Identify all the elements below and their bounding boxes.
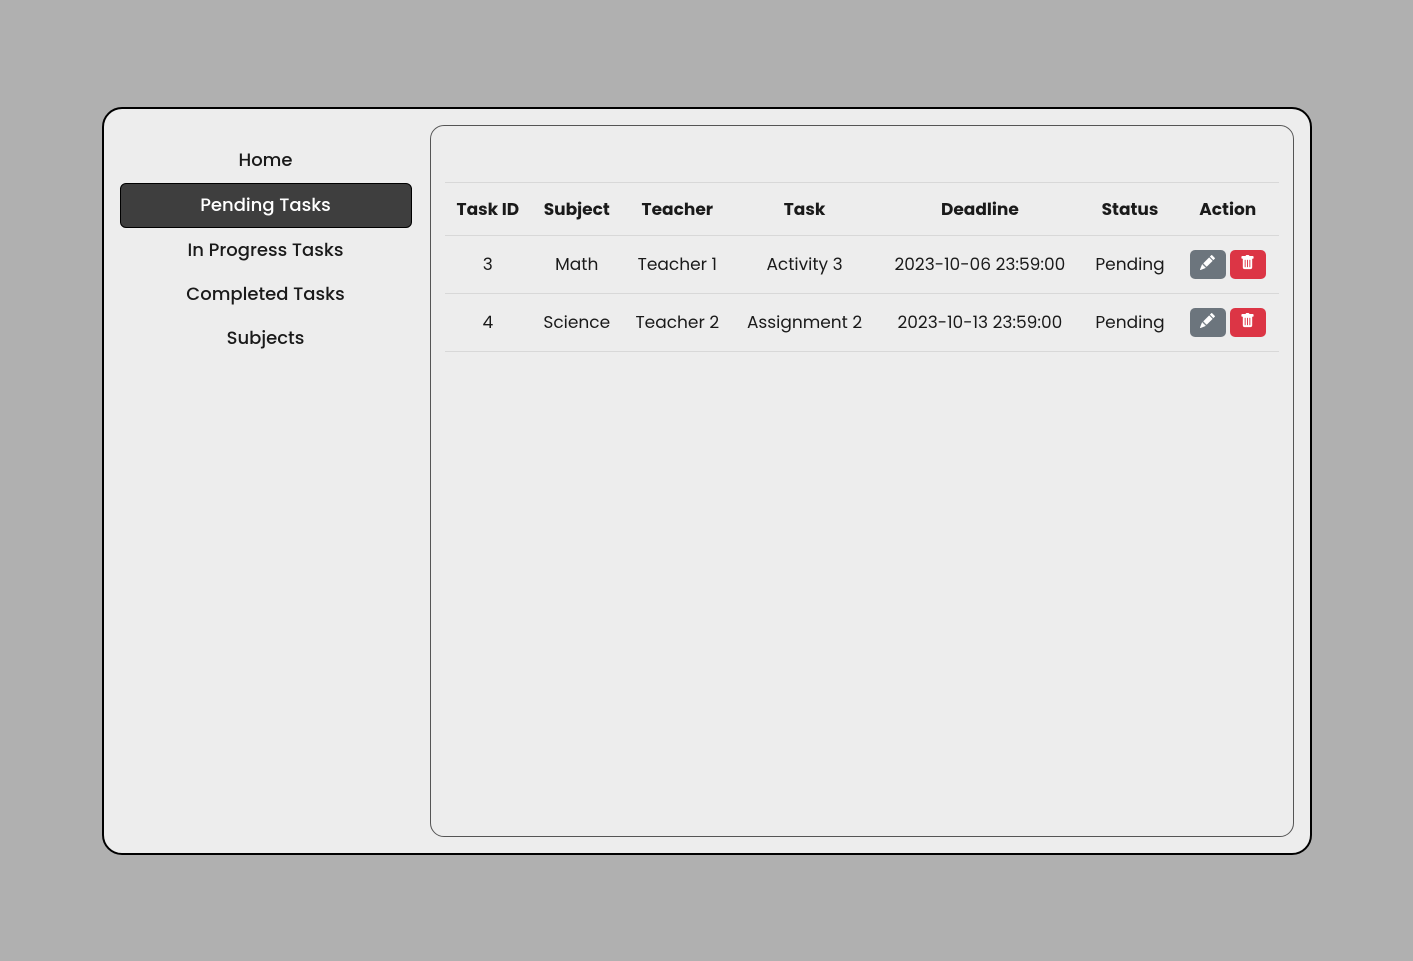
sidebar-item-completed-tasks[interactable]: Completed Tasks <box>120 273 412 316</box>
trash-icon <box>1240 313 1255 331</box>
main-panel: Task ID Subject Teacher Task Deadline St… <box>430 125 1294 837</box>
app-container: Home Pending Tasks In Progress Tasks Com… <box>102 107 1312 855</box>
sidebar-item-home[interactable]: Home <box>120 139 412 182</box>
delete-button[interactable] <box>1230 250 1266 279</box>
sidebar-item-pending-tasks[interactable]: Pending Tasks <box>120 183 412 228</box>
cell-subject: Science <box>531 293 622 351</box>
cell-status: Pending <box>1083 235 1177 293</box>
col-header-action: Action <box>1177 182 1279 235</box>
table-header-row: Task ID Subject Teacher Task Deadline St… <box>445 182 1279 235</box>
cell-teacher: Teacher 2 <box>622 293 732 351</box>
tasks-table: Task ID Subject Teacher Task Deadline St… <box>445 182 1279 352</box>
table-row: 3 Math Teacher 1 Activity 3 2023-10-06 2… <box>445 235 1279 293</box>
edit-button[interactable] <box>1190 308 1226 337</box>
col-header-teacher: Teacher <box>622 182 732 235</box>
delete-button[interactable] <box>1230 308 1266 337</box>
trash-icon <box>1240 255 1255 273</box>
cell-action <box>1177 235 1279 293</box>
cell-task-id: 3 <box>445 235 532 293</box>
col-header-deadline: Deadline <box>877 182 1083 235</box>
cell-status: Pending <box>1083 293 1177 351</box>
cell-deadline: 2023-10-06 23:59:00 <box>877 235 1083 293</box>
col-header-task-id: Task ID <box>445 182 532 235</box>
cell-subject: Math <box>531 235 622 293</box>
pencil-icon <box>1200 255 1215 273</box>
cell-deadline: 2023-10-13 23:59:00 <box>877 293 1083 351</box>
sidebar: Home Pending Tasks In Progress Tasks Com… <box>120 125 412 837</box>
col-header-subject: Subject <box>531 182 622 235</box>
cell-task-id: 4 <box>445 293 532 351</box>
tasks-table-wrapper: Task ID Subject Teacher Task Deadline St… <box>445 182 1279 352</box>
table-row: 4 Science Teacher 2 Assignment 2 2023-10… <box>445 293 1279 351</box>
cell-task: Assignment 2 <box>732 293 877 351</box>
col-header-status: Status <box>1083 182 1177 235</box>
cell-action <box>1177 293 1279 351</box>
pencil-icon <box>1200 313 1215 331</box>
cell-task: Activity 3 <box>732 235 877 293</box>
cell-teacher: Teacher 1 <box>622 235 732 293</box>
col-header-task: Task <box>732 182 877 235</box>
edit-button[interactable] <box>1190 250 1226 279</box>
sidebar-item-subjects[interactable]: Subjects <box>120 317 412 360</box>
sidebar-item-in-progress-tasks[interactable]: In Progress Tasks <box>120 229 412 272</box>
